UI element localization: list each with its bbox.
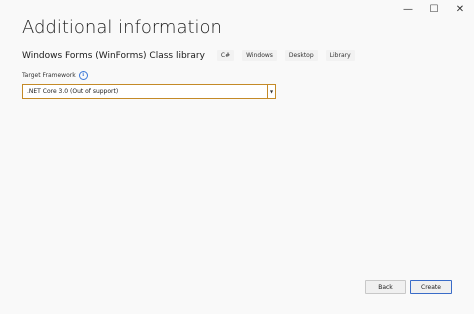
window-controls: — ☐ ✕	[400, 2, 468, 16]
target-framework-label: Target Framework	[22, 72, 76, 79]
minimize-icon[interactable]: —	[400, 3, 416, 15]
template-summary: Windows Forms (WinForms) Class library C…	[22, 50, 355, 61]
back-button[interactable]: Back	[365, 280, 406, 294]
chevron-down-icon[interactable]: ▼	[267, 85, 275, 98]
maximize-icon[interactable]: ☐	[426, 3, 442, 15]
template-name: Windows Forms (WinForms) Class library	[22, 50, 205, 61]
page-title: Additional information	[22, 17, 222, 38]
target-framework-label-row: Target Framework i	[22, 71, 88, 80]
create-button[interactable]: Create	[410, 280, 452, 294]
tag-platform: Windows	[242, 50, 277, 61]
tag-language: C#	[216, 50, 235, 61]
tag-type: Desktop	[284, 50, 318, 61]
info-icon[interactable]: i	[78, 71, 88, 80]
target-framework-value: .NET Core 3.0 (Out of support)	[27, 88, 119, 95]
target-framework-select[interactable]: .NET Core 3.0 (Out of support) ▼	[22, 84, 276, 99]
dialog-window: — ☐ ✕ Additional information Windows For…	[0, 0, 474, 314]
close-icon[interactable]: ✕	[452, 3, 468, 15]
tag-category: Library	[325, 50, 355, 61]
